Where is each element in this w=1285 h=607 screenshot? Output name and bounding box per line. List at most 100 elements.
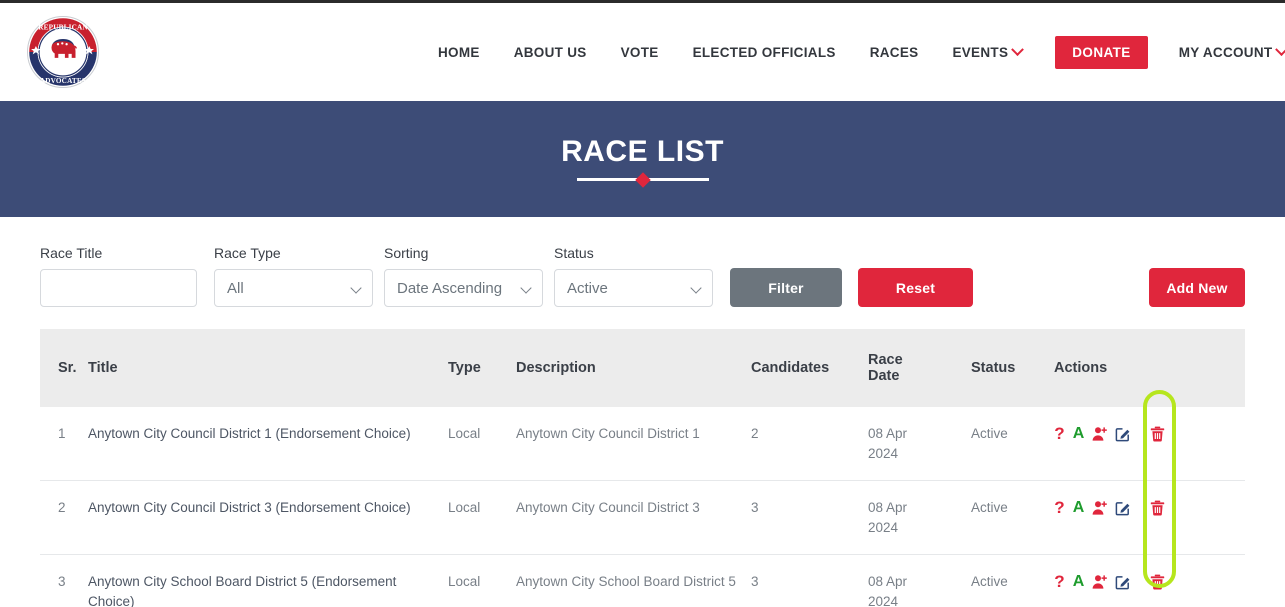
nav-label: EVENTS (952, 44, 1009, 60)
help-question-icon[interactable]: ? (1054, 425, 1065, 442)
cell-candidates: 3 (751, 554, 868, 607)
nav-label: ELECTED OFFICIALS (692, 44, 836, 60)
status-label: Status (554, 245, 594, 261)
add-person-icon[interactable] (1092, 500, 1108, 516)
svg-text:REPUBLICAN: REPUBLICAN (38, 24, 88, 32)
trash-icon[interactable] (1150, 426, 1165, 442)
race-date-year: 2024 (868, 593, 899, 607)
nav-item-events[interactable]: EVENTS (935, 42, 1039, 60)
donate-button[interactable]: DONATE (1055, 35, 1148, 69)
cell-type: Local (448, 480, 516, 556)
edit-icon[interactable] (1115, 574, 1131, 590)
table-row: 1 Anytown City Council District 1 (Endor… (40, 407, 1245, 482)
cell-actions: ? A (1054, 407, 1245, 482)
page-banner: RACE LIST (0, 101, 1285, 217)
cell-type: Local (448, 407, 516, 482)
race-date-day-month: 08 Apr (868, 500, 908, 516)
cell-title: Anytown City School Board District 5 (En… (88, 554, 448, 607)
status-select[interactable]: Active (554, 269, 713, 307)
cell-title: Anytown City Council District 3 (Endorse… (88, 480, 448, 556)
nav-item-races[interactable]: RACES (853, 45, 936, 60)
nav-label: MY ACCOUNT (1178, 44, 1273, 60)
race-title-label: Race Title (40, 245, 103, 261)
letter-a-icon[interactable]: A (1072, 499, 1085, 516)
nav-label: ABOUT US (513, 44, 587, 60)
main-navigation: HOME ABOUT US VOTE ELECTED OFFICIALS RAC… (438, 3, 1285, 101)
add-person-icon[interactable] (1092, 574, 1108, 590)
nav-item-about-us[interactable]: ABOUT US (497, 45, 604, 60)
letter-a-icon[interactable]: A (1072, 425, 1085, 442)
nav-item-my-account[interactable]: MY ACCOUNT (1162, 42, 1285, 60)
cell-title: Anytown City Council District 1 (Endorse… (88, 407, 448, 482)
help-question-icon[interactable]: ? (1054, 499, 1065, 516)
race-date-line-1: Race (868, 352, 903, 368)
nav-item-home[interactable]: HOME (438, 45, 497, 60)
republican-advocates-logo-icon: REPUBLICAN ADVOCATES (27, 16, 99, 88)
cell-race-date: 08 Apr 2024 (868, 554, 971, 607)
race-type-select[interactable]: All (214, 269, 373, 307)
table-row: 2 Anytown City Council District 3 (Endor… (40, 480, 1245, 556)
chevron-down-icon (1275, 42, 1285, 56)
cell-candidates: 2 (751, 407, 868, 482)
race-type-field-group: Race Type All (214, 245, 373, 307)
trash-icon[interactable] (1150, 574, 1165, 590)
column-header-sr: Sr. (40, 329, 88, 407)
edit-icon[interactable] (1115, 426, 1131, 442)
add-person-icon[interactable] (1092, 426, 1108, 442)
row-actions: ? A (1054, 572, 1237, 590)
cell-description: Anytown City Council District 1 (516, 407, 751, 482)
column-header-actions: Actions (1054, 329, 1245, 407)
reset-button[interactable]: Reset (858, 268, 973, 307)
table-body: 1 Anytown City Council District 1 (Endor… (40, 407, 1245, 607)
title-underline (576, 171, 709, 188)
trash-icon[interactable] (1150, 500, 1165, 516)
cell-description: Anytown City Council District 3 (516, 480, 751, 556)
page-title: RACE LIST (561, 135, 724, 168)
add-new-button[interactable]: Add New (1149, 268, 1245, 307)
cell-description: Anytown City School Board District 5 (516, 554, 751, 607)
cell-race-date: 08 Apr 2024 (868, 480, 971, 556)
nav-item-elected-officials[interactable]: ELECTED OFFICIALS (676, 45, 853, 60)
filter-bar: Race Title Race Type All Sorting Date As… (40, 217, 1245, 307)
sorting-select[interactable]: Date Ascending (384, 269, 543, 307)
cell-type: Local (448, 554, 516, 607)
race-title-link[interactable]: Anytown City Council District 1 (Endorse… (88, 426, 411, 441)
column-header-title: Title (88, 329, 448, 407)
cell-actions: ? A (1054, 480, 1245, 556)
sorting-label: Sorting (384, 245, 429, 261)
cell-actions: ? A (1054, 554, 1245, 607)
cell-status: Active (971, 407, 1054, 482)
column-header-type: Type (448, 329, 516, 407)
race-date-day-month: 08 Apr (868, 426, 908, 441)
column-header-race-date: Race Date (868, 329, 971, 407)
race-title-link[interactable]: Anytown City Council District 3 (Endorse… (88, 500, 411, 515)
cell-race-date: 08 Apr 2024 (868, 407, 971, 482)
column-header-description: Description (516, 329, 751, 407)
nav-item-vote[interactable]: VOTE (604, 45, 676, 60)
race-date-year: 2024 (868, 445, 899, 461)
race-date-day-month: 08 Apr (868, 574, 908, 590)
cell-sr: 1 (40, 407, 88, 482)
race-date-line-2: Date (868, 368, 900, 384)
column-header-status: Status (971, 329, 1054, 407)
letter-a-icon[interactable]: A (1072, 573, 1085, 590)
race-title-field-group: Race Title (40, 245, 197, 307)
site-header: REPUBLICAN ADVOCATES HOME ABOUT US VOTE … (0, 3, 1285, 101)
nav-label: HOME (438, 44, 480, 60)
edit-icon[interactable] (1115, 500, 1131, 516)
race-type-label: Race Type (214, 245, 281, 261)
race-list-table-container: Sr. Title Type Description Candidates Ra… (40, 329, 1245, 607)
cell-status: Active (971, 480, 1054, 556)
table-header-row: Sr. Title Type Description Candidates Ra… (40, 329, 1245, 407)
filter-button[interactable]: Filter (730, 268, 842, 307)
race-title-input[interactable] (40, 269, 197, 307)
nav-label: VOTE (620, 44, 659, 60)
cell-candidates: 3 (751, 480, 868, 556)
help-question-icon[interactable]: ? (1054, 573, 1065, 590)
table-row: 3 Anytown City School Board District 5 (… (40, 554, 1245, 607)
site-logo[interactable]: REPUBLICAN ADVOCATES (25, 14, 101, 90)
cell-sr: 3 (40, 554, 88, 607)
page-content: Race Title Race Type All Sorting Date As… (0, 217, 1285, 607)
cell-sr: 2 (40, 480, 88, 556)
race-title-link[interactable]: Anytown City School Board District 5 (En… (88, 574, 396, 607)
